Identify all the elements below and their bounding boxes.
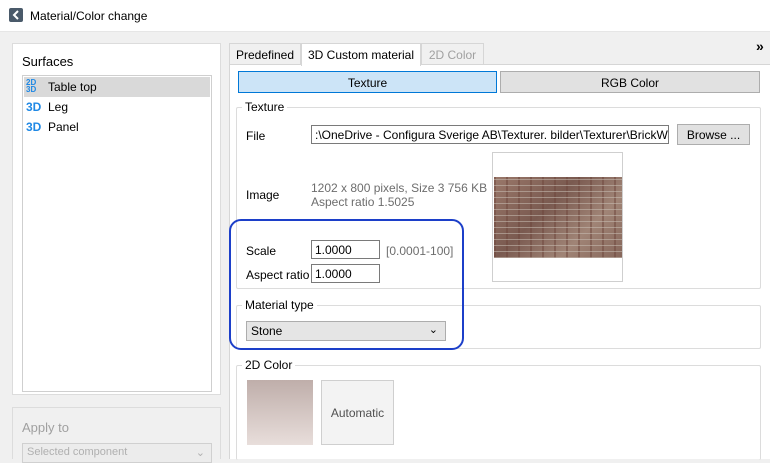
2d-color-group: 2D Color Automatic [236,358,761,460]
surface-item-label: Leg [48,100,69,114]
surface-item-panel[interactable]: 3D Panel [24,117,210,137]
material-type-select[interactable]: Stone ⌄ [246,321,446,341]
window-title: Material/Color change [30,9,148,23]
chevron-down-icon: ⌄ [195,447,205,459]
material-type-group: Material type Stone ⌄ [236,298,761,349]
2d-color-title: 2D Color [242,358,296,372]
color-swatch[interactable] [247,380,313,445]
aspect-ratio-label: Aspect ratio [246,268,310,282]
browse-button[interactable]: Browse ... [677,124,750,145]
image-info-aspect: Aspect ratio 1.5025 [311,195,415,209]
surface-item-label: Table top [48,80,97,94]
scale-input[interactable]: 1.0000 [311,240,380,259]
material-type-title: Material type [242,298,317,312]
tab-predefined[interactable]: Predefined [229,43,301,65]
texture-mode-button[interactable]: Texture [238,71,497,93]
texture-group-title: Texture [242,100,288,114]
brick-wall-image [494,177,622,258]
tab-3d-custom-material[interactable]: 3D Custom material [301,43,421,66]
3d-icon: 3D [26,100,42,114]
title-bar: Material/Color change [0,0,770,32]
rgb-color-mode-button[interactable]: RGB Color [500,71,760,93]
tab-2d-color[interactable]: 2D Color [421,43,484,65]
surface-item-table-top[interactable]: 2D 3D Table top [24,77,210,97]
2d-3d-icon: 2D 3D [26,78,37,94]
apply-to-value: Selected component [27,446,128,458]
custom-material-content: Texture RGB Color Texture File :\OneDriv… [229,64,770,460]
surfaces-panel: Surfaces 2D 3D Table top 3D Leg 3D Panel [12,43,221,395]
scale-range: [0.0001-100] [386,244,454,258]
automatic-color-button[interactable]: Automatic [321,380,394,445]
image-label: Image [246,188,280,202]
surfaces-title: Surfaces [22,54,74,69]
apply-to-select[interactable]: Selected component ⌄ [22,443,212,463]
3d-icon: 3D [26,120,42,134]
chevron-down-icon: ⌄ [428,324,438,336]
file-label: File [246,129,266,143]
app-icon [9,8,23,22]
scale-label: Scale [246,244,277,258]
apply-to-title: Apply to [22,420,69,435]
texture-group: Texture File :\OneDrive - Configura Sver… [236,100,761,289]
surface-item-leg[interactable]: 3D Leg [24,97,210,117]
texture-preview [492,152,623,282]
aspect-ratio-input[interactable]: 1.0000 [311,264,380,283]
surfaces-list: 2D 3D Table top 3D Leg 3D Panel [22,75,212,392]
apply-to-panel: Apply to Selected component ⌄ [12,407,221,463]
surface-item-label: Panel [48,120,79,134]
image-info-size: 1202 x 800 pixels, Size 3 756 KB [311,181,488,195]
expand-icon[interactable]: » [756,38,764,54]
material-type-value: Stone [251,324,283,338]
file-path-input[interactable]: :\OneDrive - Configura Sverige AB\Textur… [311,125,669,144]
